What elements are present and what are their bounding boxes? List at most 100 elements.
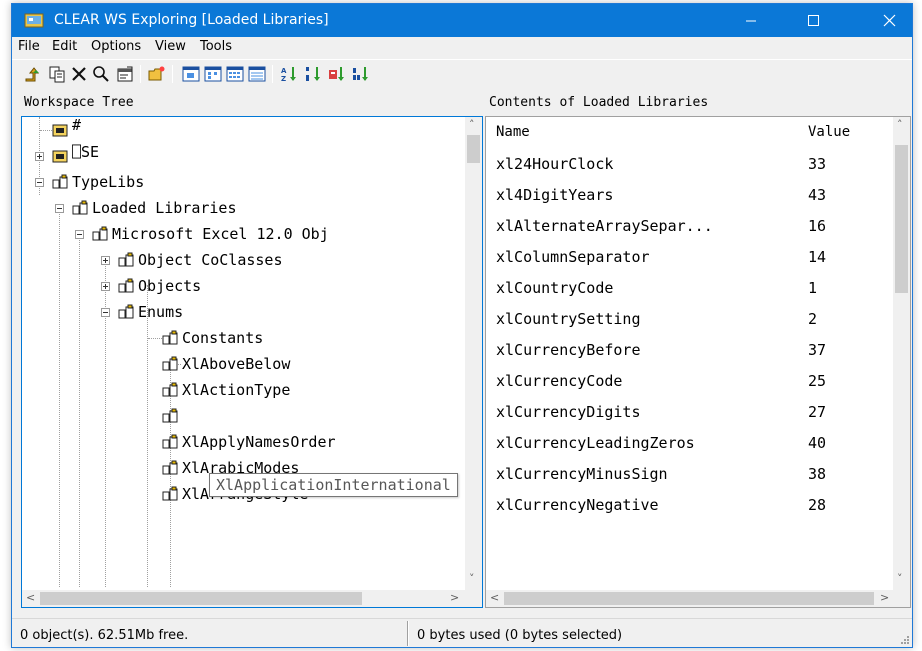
- list-view-icon[interactable]: [226, 65, 244, 83]
- namespace-icon: [162, 408, 178, 423]
- list-horizontal-scrollbar[interactable]: < >: [486, 590, 893, 607]
- list-column-headers: Name Value: [486, 117, 894, 147]
- status-divider: [407, 621, 409, 646]
- workspace-tree[interactable]: # ⎕SE TypeLibs Loaded Libraries Microsof…: [21, 116, 483, 608]
- list-row[interactable]: xl4DigitYears 43: [486, 180, 894, 211]
- properties-icon[interactable]: [116, 65, 134, 83]
- list-row[interactable]: xlCurrencyLeadingZeros 40: [486, 428, 894, 459]
- copy-icon[interactable]: [48, 65, 66, 83]
- details-view-icon[interactable]: [248, 65, 266, 83]
- toolbar-separator: [272, 65, 273, 83]
- contents-list[interactable]: Name Value xl24HourClock 33 xl4DigitYears 4…: [485, 116, 911, 608]
- list-row[interactable]: xlCurrencyNegative 28: [486, 490, 894, 521]
- toolbar-separator: [140, 65, 141, 83]
- tree-item-enum[interactable]: [22, 403, 462, 429]
- find-icon[interactable]: [92, 65, 110, 83]
- new-folder-icon[interactable]: [148, 65, 166, 83]
- list-row[interactable]: xl24HourClock 33: [486, 149, 894, 180]
- tree-item-typelibs[interactable]: TypeLibs: [22, 169, 462, 195]
- menu-view[interactable]: View: [155, 39, 186, 54]
- scroll-thumb[interactable]: [40, 592, 362, 605]
- sort-by-size-icon[interactable]: [328, 65, 346, 83]
- tree-item-loaded-libraries[interactable]: Loaded Libraries: [22, 195, 462, 221]
- list-vertical-scrollbar[interactable]: ˄ ˅: [893, 117, 910, 591]
- sort-by-type-icon[interactable]: [304, 65, 322, 83]
- sort-by-name-icon[interactable]: A Z: [280, 65, 298, 83]
- tree-item-object-coclasses[interactable]: Object CoClasses: [22, 247, 462, 273]
- collapse-toggle[interactable]: [101, 308, 110, 317]
- scroll-thumb[interactable]: [467, 135, 480, 163]
- menu-bar: File Edit Options View Tools: [12, 37, 912, 58]
- list-row[interactable]: xlCountrySetting 2: [486, 304, 894, 335]
- main-window: CLEAR WS Exploring [Loaded Libraries] Fi…: [11, 3, 913, 648]
- list-row[interactable]: xlCurrencyDigits 27: [486, 397, 894, 428]
- scroll-left-icon[interactable]: <: [490, 591, 499, 604]
- minimize-button[interactable]: [728, 4, 774, 37]
- menu-edit[interactable]: Edit: [52, 39, 77, 54]
- title-bar[interactable]: CLEAR WS Exploring [Loaded Libraries]: [12, 4, 912, 37]
- namespace-icon: [162, 330, 178, 345]
- scroll-up-icon[interactable]: ˄: [469, 118, 475, 131]
- tree-horizontal-scrollbar[interactable]: < >: [22, 590, 465, 607]
- tree-label: ⎕SE: [72, 143, 100, 161]
- tree-item-excel-library[interactable]: Microsoft Excel 12.0 Obj: [22, 221, 462, 247]
- tree-label: Loaded Libraries: [92, 199, 237, 217]
- tree-item-enums[interactable]: Enums: [22, 299, 462, 325]
- tree-vertical-scrollbar[interactable]: ˄ ˅: [465, 117, 482, 590]
- list-row[interactable]: xlCurrencyMinusSign 38: [486, 459, 894, 490]
- scroll-down-icon[interactable]: ˅: [469, 572, 475, 585]
- namespace-icon: [72, 200, 88, 215]
- collapse-toggle[interactable]: [35, 178, 44, 187]
- list-row[interactable]: xlColumnSeparator 14: [486, 242, 894, 273]
- up-folder-icon[interactable]: [24, 65, 42, 83]
- row-value: 1: [808, 279, 818, 297]
- tree-item-constants[interactable]: Constants: [22, 325, 462, 351]
- list-row[interactable]: xlCurrencyCode 25: [486, 366, 894, 397]
- tree-pane-header: Workspace Tree: [20, 90, 482, 116]
- tree-item-objects[interactable]: Objects: [22, 273, 462, 299]
- list-row[interactable]: xlCountryCode 1: [486, 273, 894, 304]
- maximize-button[interactable]: [790, 4, 836, 37]
- delete-icon[interactable]: [70, 65, 88, 83]
- close-button[interactable]: [866, 4, 912, 37]
- scroll-right-icon[interactable]: >: [880, 591, 889, 604]
- expand-toggle[interactable]: [101, 282, 110, 291]
- large-icons-view-icon[interactable]: [182, 65, 200, 83]
- row-value: 14: [808, 248, 827, 266]
- tree-item-se[interactable]: ⎕SE: [22, 143, 462, 169]
- row-name: xlCurrencyLeadingZeros: [496, 434, 695, 452]
- scroll-thumb[interactable]: [504, 592, 874, 605]
- tree-label: XlAboveBelow: [182, 355, 291, 373]
- scroll-thumb[interactable]: [895, 145, 908, 293]
- tree-item-enum[interactable]: XlAboveBelow: [22, 351, 462, 377]
- expand-toggle[interactable]: [35, 152, 44, 161]
- list-row[interactable]: xlAlternateArraySepar... 16: [486, 211, 894, 242]
- menu-tools[interactable]: Tools: [200, 39, 232, 54]
- expand-toggle[interactable]: [101, 256, 110, 265]
- scroll-down-icon[interactable]: ˅: [897, 572, 903, 585]
- scroll-left-icon[interactable]: <: [26, 591, 35, 604]
- tree-label: Objects: [138, 277, 202, 295]
- menu-file[interactable]: File: [18, 39, 40, 54]
- scroll-right-icon[interactable]: >: [450, 591, 459, 604]
- list-pane-header: Contents of Loaded Libraries: [485, 90, 911, 116]
- row-value: 43: [808, 186, 827, 204]
- row-name: xl4DigitYears: [496, 186, 614, 204]
- resize-grip-icon[interactable]: [898, 633, 910, 645]
- namespace-icon: [162, 434, 178, 449]
- scroll-up-icon[interactable]: ˄: [897, 118, 903, 131]
- small-icons-view-icon[interactable]: [204, 65, 222, 83]
- row-value: 38: [808, 465, 827, 483]
- collapse-toggle[interactable]: [75, 230, 84, 239]
- list-row[interactable]: xlCurrencyBefore 37: [486, 335, 894, 366]
- menu-options[interactable]: Options: [91, 39, 141, 54]
- sort-by-date-icon[interactable]: [352, 65, 370, 83]
- namespace-icon: [162, 382, 178, 397]
- tree-label: TypeLibs: [72, 173, 145, 191]
- column-name-header[interactable]: Name: [496, 124, 530, 140]
- column-value-header[interactable]: Value: [808, 124, 850, 140]
- tree-item-enum[interactable]: XlActionType: [22, 377, 462, 403]
- collapse-toggle[interactable]: [55, 204, 64, 213]
- tree-item-enum[interactable]: XlApplyNamesOrder: [22, 429, 462, 455]
- scroll-corner: [465, 590, 482, 607]
